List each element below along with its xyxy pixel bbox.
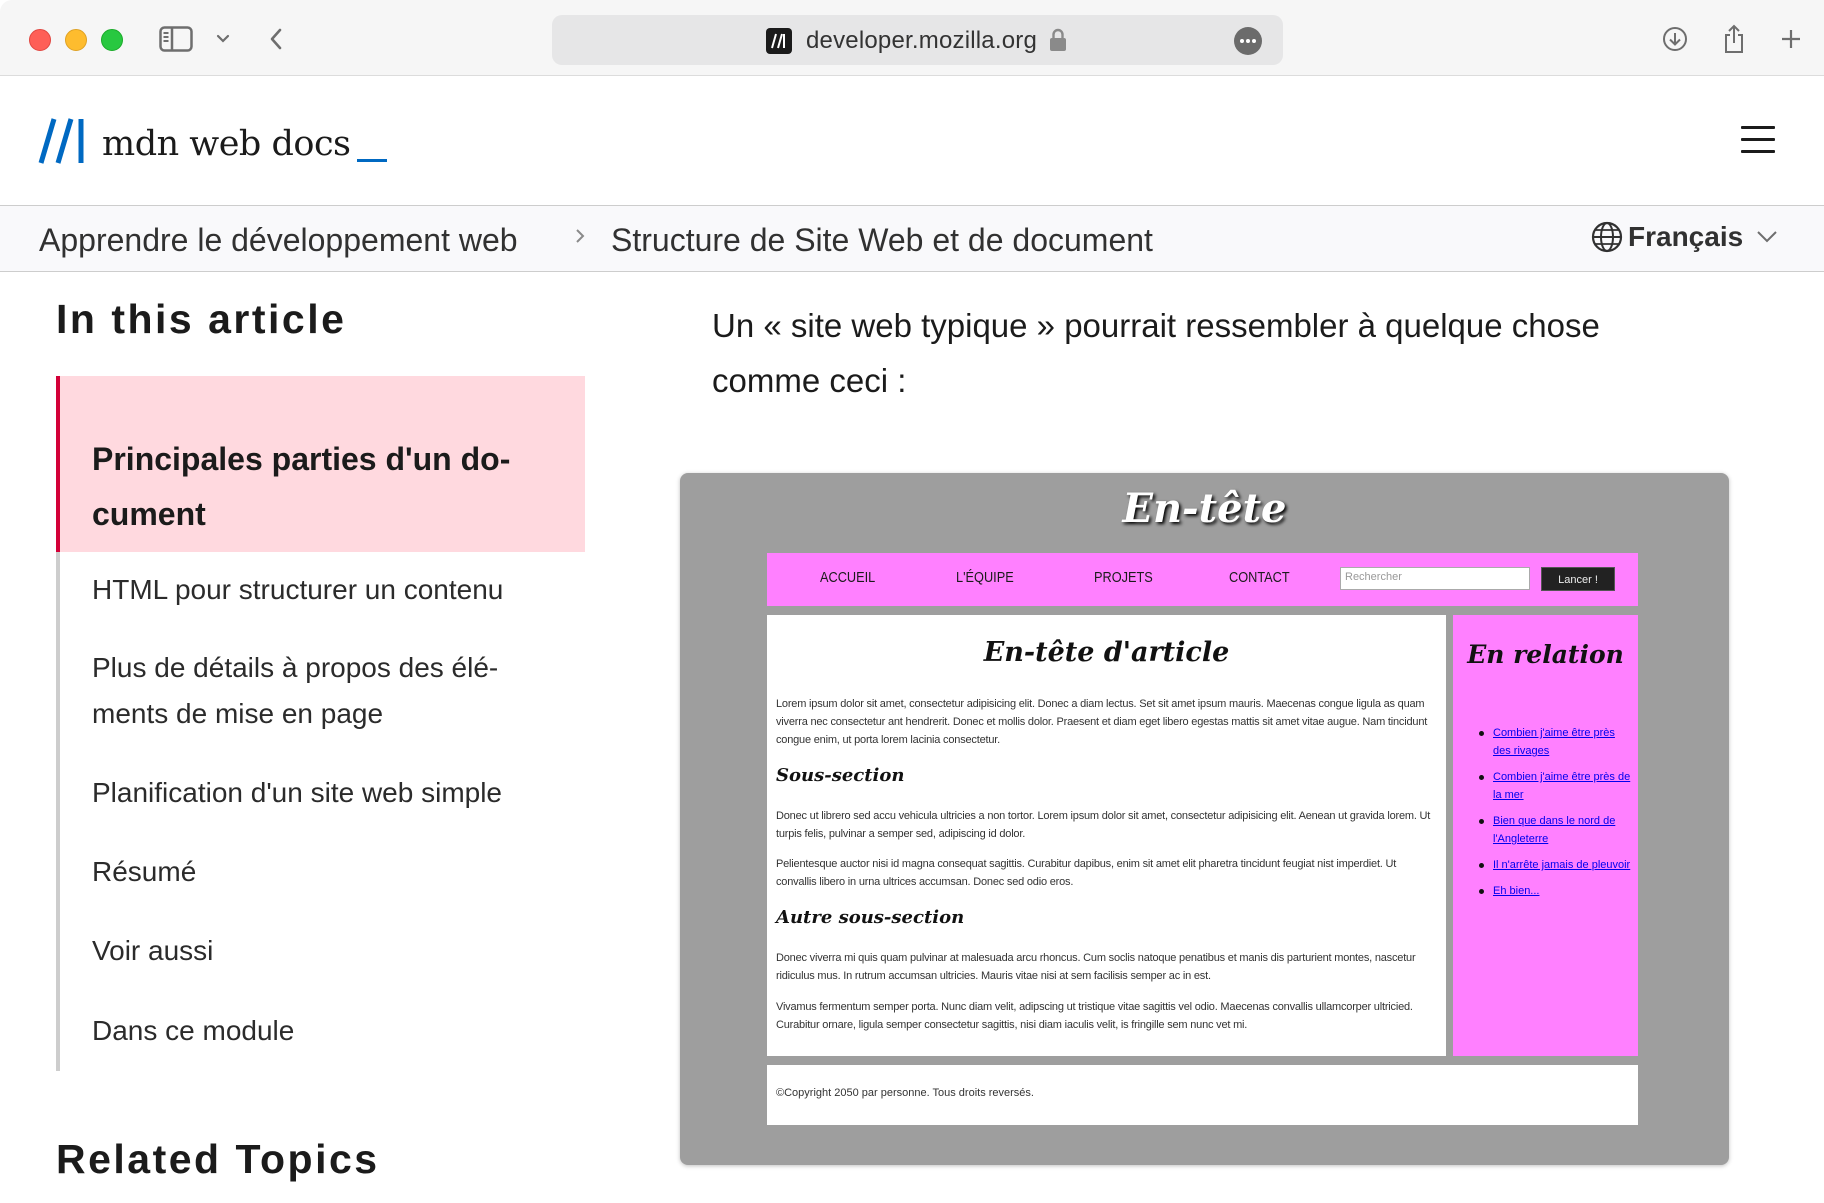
toc-item-summary[interactable]: Résumé bbox=[92, 849, 552, 895]
toc-item-in-this-module[interactable]: Dans ce module bbox=[92, 1008, 552, 1054]
example-nav-contact: CONTACT bbox=[1229, 569, 1290, 586]
example-nav-team: L'ÉQUIPE bbox=[956, 569, 1014, 586]
example-nav-home: ACCUEIL bbox=[820, 569, 876, 586]
toc-heading: In this article bbox=[56, 296, 347, 342]
toc-item-html-structure[interactable]: HTML pour structurer un contenu bbox=[92, 567, 552, 613]
mdn-logo-icon bbox=[38, 118, 84, 164]
example-header-title: En-tête bbox=[1122, 485, 1287, 532]
close-window-button[interactable] bbox=[29, 29, 51, 51]
example-article-title: En-tête d'article bbox=[983, 637, 1230, 668]
example-paragraph-1: Lorem ipsum dolor sit amet, consectetur … bbox=[776, 698, 1428, 746]
example-paragraph-3: Pelientesque auctor nisi id magna conseq… bbox=[776, 858, 1397, 888]
language-switcher[interactable]: Français bbox=[1590, 220, 1783, 254]
table-of-contents: Principales parties d'un do­cument HTML … bbox=[56, 376, 585, 1071]
related-topics-heading: Related Topics bbox=[56, 1136, 380, 1182]
breadcrumb: Apprendre le développement web Structure… bbox=[0, 206, 1824, 272]
example-paragraph-2: Donec ut librero sed accu vehicula ultri… bbox=[776, 810, 1431, 840]
toc-item-planning[interactable]: Planification d'un site web simple bbox=[92, 770, 552, 816]
logo-cursor bbox=[356, 159, 387, 162]
globe-icon bbox=[1591, 221, 1623, 253]
minimize-window-button[interactable] bbox=[65, 29, 87, 51]
back-arrow-icon[interactable] bbox=[266, 22, 286, 56]
url-text: developer.mozilla.org bbox=[806, 27, 1037, 54]
sidebar-toggle-icon[interactable] bbox=[159, 22, 193, 56]
site-header: mdn web docs bbox=[0, 76, 1824, 206]
example-aside-link: Combien j'aime être près des rivages bbox=[1479, 724, 1631, 760]
example-paragraph-5: Vivamus fermentum semper porta. Nunc dia… bbox=[776, 1001, 1413, 1031]
example-subsection-2: Autre sous-section bbox=[776, 907, 965, 928]
chevron-right-icon bbox=[573, 224, 587, 253]
hamburger-menu-icon[interactable] bbox=[1741, 126, 1775, 154]
example-footer-text: ©Copyright 2050 par personne. Tous droit… bbox=[776, 1087, 1034, 1099]
logo-text: mdn web docs bbox=[102, 124, 351, 164]
address-bar[interactable]: developer.mozilla.org bbox=[552, 15, 1283, 65]
example-nav-bar: ACCUEIL L'ÉQUIPE PROJETS CONTACT Recherc… bbox=[767, 553, 1638, 606]
downloads-icon[interactable] bbox=[1661, 22, 1689, 56]
browser-toolbar: developer.mozilla.org bbox=[0, 0, 1824, 76]
mdn-favicon-icon bbox=[766, 28, 792, 54]
example-search-input: Rechercher bbox=[1340, 567, 1530, 590]
example-aside-link: Eh bien... bbox=[1479, 882, 1631, 900]
zoom-window-button[interactable] bbox=[101, 29, 123, 51]
toc-item-layout-elements[interactable]: Plus de détails à propos des élé­ments d… bbox=[92, 645, 552, 737]
chevron-down-icon bbox=[1757, 231, 1777, 243]
toc-item-label: Principales parties d'un do­cument bbox=[92, 441, 511, 532]
page-menu-icon[interactable] bbox=[1234, 27, 1262, 55]
example-aside-link: Il n'arrête jamais de pleuvoir bbox=[1479, 856, 1631, 874]
example-main-article: En-tête d'article Lorem ipsum dolor sit … bbox=[767, 615, 1446, 1056]
new-tab-icon[interactable] bbox=[1779, 22, 1803, 56]
mdn-logo[interactable]: mdn web docs bbox=[38, 118, 387, 164]
example-aside-link: Bien que dans le nord de l'Angleterre bbox=[1479, 812, 1631, 848]
example-aside-links: Combien j'aime être près des rivages Com… bbox=[1479, 724, 1631, 908]
lock-icon bbox=[1049, 28, 1067, 57]
example-aside-title: En relation bbox=[1467, 640, 1624, 669]
article-intro: Un « site web typique » pourrait ressemb… bbox=[712, 307, 1600, 399]
example-nav-projects: PROJETS bbox=[1094, 569, 1153, 586]
toc-item-see-also[interactable]: Voir aussi bbox=[92, 928, 552, 974]
language-label: Français bbox=[1628, 221, 1744, 252]
example-website-image: En-tête ACCUEIL L'ÉQUIPE PROJETS CONTACT… bbox=[680, 473, 1729, 1165]
example-footer: ©Copyright 2050 par personne. Tous droit… bbox=[767, 1065, 1638, 1125]
toc-item-active[interactable]: Principales parties d'un do­cument bbox=[56, 376, 585, 552]
breadcrumb-item-structure[interactable]: Structure de Site Web et de document bbox=[611, 222, 1153, 259]
share-icon[interactable] bbox=[1721, 22, 1747, 56]
example-sidebar: En relation Combien j'aime être près des… bbox=[1453, 615, 1638, 1056]
breadcrumb-item-learn[interactable]: Apprendre le développement web bbox=[39, 222, 518, 259]
example-subsection-1: Sous-section bbox=[776, 765, 905, 786]
chevron-down-icon[interactable] bbox=[215, 22, 231, 56]
example-search-button: Lancer ! bbox=[1541, 567, 1615, 591]
example-aside-link: Combien j'aime être près de la mer bbox=[1479, 768, 1631, 804]
example-paragraph-4: Donec viverra mi quis quam pulvinar at m… bbox=[776, 952, 1416, 982]
